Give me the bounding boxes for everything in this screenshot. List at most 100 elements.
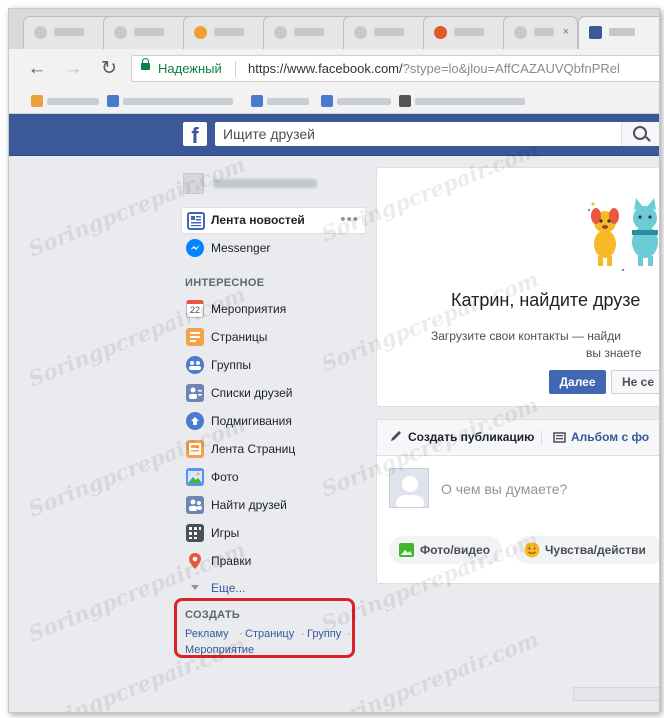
sidebar-item-edits[interactable]: Правки	[181, 548, 366, 575]
sidebar-item-label: Мероприятия	[211, 302, 287, 316]
create-ad-link[interactable]: Рекламу	[185, 628, 229, 640]
sidebar-item-find-friends[interactable]: Найти друзей	[181, 492, 366, 519]
sidebar-item-pages[interactable]: Страницы	[181, 324, 366, 351]
not-now-button[interactable]: Не се	[611, 370, 659, 394]
bookmark-icon	[321, 95, 333, 107]
tab-favicon-icon	[274, 26, 287, 39]
sidebar-item-news-feed[interactable]: Лента новостей •••	[181, 207, 366, 234]
sidebar-item-label: Страницы	[211, 330, 268, 344]
close-icon[interactable]: ×	[563, 26, 569, 38]
tab-title	[609, 28, 635, 36]
sidebar-item-photos[interactable]: Фото	[181, 464, 366, 491]
user-name-blurred	[213, 179, 317, 188]
url-main: https://www.facebook.com/	[248, 61, 403, 76]
tab-favicon-icon	[354, 26, 367, 39]
back-arrow-icon[interactable]: ←	[25, 57, 49, 81]
sidebar-item-pokes[interactable]: Подмигивания	[181, 408, 366, 435]
map-pin-icon	[186, 552, 204, 570]
browser-window: × × × × × × × ← → ↻ Надежный https://www…	[8, 8, 660, 713]
secure-label: Надежный	[158, 61, 222, 76]
more-options-icon[interactable]: •••	[340, 211, 359, 228]
photo-video-label: Фото/видео	[420, 543, 491, 557]
find-friends-title: Катрин, найдите друзе	[451, 290, 641, 310]
album-icon	[553, 431, 566, 449]
tab-photo-album[interactable]: Альбом с фо	[571, 430, 649, 444]
facebook-logo[interactable]: f	[183, 122, 207, 146]
url-query: ?stype=lo&jlou=AffCAZAUVQbfnPRel	[402, 61, 620, 76]
tab-title	[294, 28, 324, 36]
find-friends-subtitle: Загрузите свои контакты — найди	[431, 329, 621, 343]
photo-video-button[interactable]: Фото/видео	[389, 536, 502, 564]
browser-toolbar: ← → ↻ Надежный https://www.facebook.com/…	[9, 49, 659, 89]
bookmark-icon	[399, 95, 411, 107]
create-group-link[interactable]: Группу	[307, 628, 341, 640]
sidebar-item-pages-feed[interactable]: Лента Страниц	[181, 436, 366, 463]
browser-tab[interactable]: ×	[503, 16, 578, 49]
sidebar-item-messenger[interactable]: Messenger	[181, 235, 366, 262]
bookmark-icon	[107, 95, 119, 107]
tab-favicon-icon	[114, 26, 127, 39]
create-event-link[interactable]: Мероприятие	[185, 644, 254, 656]
tab-favicon-icon	[514, 26, 527, 39]
divider	[235, 61, 236, 77]
sidebar-item-label: Лента новостей	[211, 213, 305, 227]
sidebar-item-events[interactable]: 22 Мероприятия	[181, 296, 366, 323]
tab-title	[134, 28, 164, 36]
composer-input[interactable]: О чем вы думаете?	[441, 481, 567, 497]
find-friends-icon	[186, 496, 204, 514]
create-page-link[interactable]: Страницу	[245, 628, 294, 640]
reload-icon[interactable]: ↻	[97, 57, 121, 81]
sidebar-item-label: Подмигивания	[211, 414, 292, 428]
friend-search-input[interactable]	[215, 122, 659, 146]
forward-arrow-icon[interactable]: →	[61, 57, 85, 81]
games-icon	[186, 524, 204, 542]
tab-title	[214, 28, 244, 36]
search-icon	[633, 126, 647, 140]
bookmarks-bar	[9, 89, 659, 114]
separator-dot: ·	[347, 628, 351, 640]
find-friends-subtitle-2: вы знаете	[586, 346, 642, 360]
search-button[interactable]	[621, 122, 659, 146]
sidebar-item-label: Messenger	[211, 241, 271, 255]
separator-dot: ·	[239, 628, 243, 640]
sidebar-item-label: Правки	[211, 554, 252, 568]
next-button[interactable]: Далее	[549, 370, 606, 394]
friend-lists-icon	[186, 384, 204, 402]
tab-strip: × × × × × × ×	[9, 9, 659, 49]
sidebar-item-label: Фото	[211, 470, 239, 484]
bookmark-label	[415, 98, 525, 105]
tab-title	[54, 28, 84, 36]
section-title-create: СОЗДАТЬ	[185, 609, 241, 621]
sidebar-item-groups[interactable]: Группы	[181, 352, 366, 379]
address-bar[interactable]: Надежный https://www.facebook.com/?stype…	[131, 55, 659, 82]
feelings-button[interactable]: Чувства/действи	[514, 536, 659, 564]
browser-tab-active[interactable]	[578, 16, 659, 49]
smiley-icon	[524, 542, 540, 563]
divider	[541, 430, 542, 445]
groups-icon	[186, 356, 204, 374]
news-feed-icon	[187, 212, 205, 230]
avatar	[389, 468, 429, 508]
photo-icon	[186, 468, 204, 486]
horizontal-scrollbar[interactable]	[573, 687, 659, 701]
tab-create-post[interactable]: Создать публикацию	[408, 430, 534, 444]
sidebar-more-link[interactable]: Еще...	[211, 581, 245, 595]
poke-icon	[186, 412, 204, 430]
avatar	[183, 173, 204, 194]
bookmark-label	[47, 98, 99, 105]
sidebar-item-label: Игры	[211, 526, 240, 540]
sidebar-item-label: Найти друзей	[211, 498, 287, 512]
sidebar-item-friend-lists[interactable]: Списки друзей	[181, 380, 366, 407]
calendar-icon: 22	[186, 300, 204, 318]
sidebar-item-label: Группы	[211, 358, 251, 372]
tab-favicon-icon	[34, 26, 47, 39]
find-friends-card: Катрин, найдите друзе Загрузите свои кон…	[376, 167, 659, 407]
tab-favicon-icon	[194, 26, 207, 39]
separator-dot: ·	[301, 628, 305, 640]
tab-favicon-icon	[434, 26, 447, 39]
photo-icon	[399, 543, 414, 562]
sidebar-item-games[interactable]: Игры	[181, 520, 366, 547]
messenger-icon	[186, 239, 204, 257]
url-text[interactable]: https://www.facebook.com/?stype=lo&jlou=…	[248, 61, 620, 76]
pencil-icon	[389, 429, 403, 448]
